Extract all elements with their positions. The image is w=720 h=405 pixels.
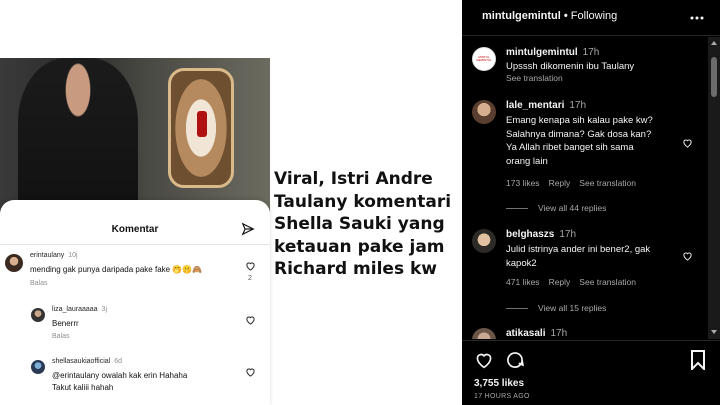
instagram-panel: mintulgemintul • Following MINTUL GEMINT… [462,0,720,405]
comment-text: Benerrr [52,319,79,328]
comment-line: kapok2 [506,257,537,269]
heart-icon[interactable] [682,138,693,148]
comment-user: shellasaukiaofficial [52,358,111,365]
heart-icon [246,316,255,325]
heart-icon [246,368,255,377]
caption-username[interactable]: mintulgemintul [506,47,578,58]
caption-time: 17h [582,47,600,58]
scrollbar[interactable] [708,37,720,339]
comment-time: 6d [114,358,123,365]
comment-line: Emang kenapa sih kalau pake kw? [506,115,653,126]
screen: Komentar erintaulany 10j mending gak puny… [0,0,720,405]
comment-user: liza_lauraaaaa [52,306,98,313]
post-timestamp: 17 HOURS AGO [474,393,530,400]
divider [0,244,270,245]
comment-line: Salahnya dimana? Gak dosa kan? [506,128,652,140]
like-count: 2 [248,275,252,282]
following-button[interactable]: Following [571,10,617,22]
avatar[interactable]: MINTUL GEMINTUL [472,47,496,71]
comment-username[interactable]: lale_mentari [506,100,564,111]
comment-user: erintaulany [30,252,65,259]
comment-text: Julid istrinya ander ini bener2, gak kap… [506,243,682,270]
comments-scroll-area[interactable]: MINTUL GEMINTUL mintulgemintul 17h Upsssh… [462,37,708,339]
view-replies-button[interactable]: View all 44 replies [506,203,606,213]
avatar [5,254,23,272]
comment-item: belghaszs 17h Julid istrinya ander ini be… [472,229,708,289]
caption: MINTUL GEMINTUL mintulgemintul 17h Upsssh… [472,47,708,87]
heart-icon[interactable] [474,351,494,369]
headline-line: Viral, Istri Andre [274,169,433,189]
comment-sheet-screenshot: Komentar erintaulany 10j mending gak puny… [0,200,270,405]
avatar[interactable] [472,100,496,124]
comment-text: Emang kenapa sih kalau pake kw? Salahnya… [506,114,682,168]
comment-time: 3j [101,306,107,313]
headline-line: Shella Sauki yang [274,214,445,234]
comment-line: Ya Allah ribet banget sih sama [506,142,634,153]
more-icon[interactable] [690,16,704,20]
headline-line: Richard miles kw [274,259,437,279]
likes-count[interactable]: 3,755 likes [474,378,524,389]
comment-line: orang lain [506,155,548,167]
bookmark-icon[interactable] [690,350,706,370]
comment-text-line-1: @erintaulany owalah kak erin Hahaha [52,371,188,380]
scrollbar-thumb[interactable] [711,57,717,97]
avatar[interactable] [472,229,496,253]
heart-icon[interactable] [682,251,693,261]
comment-line: Julid istrinya ander ini bener2, gak [506,244,651,255]
see-translation-link[interactable]: See translation [579,178,636,188]
like-count[interactable]: 471 likes [506,277,540,287]
view-replies-button[interactable]: View all 15 replies [506,303,606,313]
avatar[interactable] [472,328,496,339]
scroll-up-arrow-icon[interactable] [711,41,717,45]
see-translation-link[interactable]: See translation [579,277,636,287]
caption-text: Upsssh dikomenin ibu Taulany [506,61,635,72]
reply-button[interactable]: Reply [549,178,571,188]
heart-icon [246,262,255,271]
like-count[interactable]: 173 likes [506,178,540,188]
post-header: mintulgemintul • Following [462,0,720,36]
comment-text: mending gak punya daripada pake fake 🤭🤫🙈 [30,265,203,274]
post-media: Komentar erintaulany 10j mending gak puny… [0,0,462,405]
headline-text: Viral, Istri Andre Taulany komentari She… [274,168,460,281]
see-translation-link[interactable]: See translation [506,73,563,83]
comment-time: 17h [569,100,587,111]
avatar-logo-text: MINTUL GEMINTUL [476,54,492,62]
comment-username[interactable]: belghaszs [506,229,554,240]
action-bar: 3,755 likes 17 HOURS AGO [462,340,720,405]
comment-item: lale_mentari 17h Emang kenapa sih kalau p… [472,100,708,195]
scroll-down-arrow-icon[interactable] [711,330,717,334]
watch-photo [168,68,234,188]
comment-time: 17h [559,229,577,240]
comment-time: 17h [550,328,568,339]
comment-item: atikasali 17h [472,328,708,339]
comment-icon[interactable] [505,350,525,370]
avatar [31,308,45,322]
woman-photo [18,58,138,218]
reply-button[interactable]: Reply [549,277,571,287]
comment-time: 10j [68,252,78,259]
header-separator: • [560,10,571,22]
sheet-title: Komentar [111,224,159,235]
photo [0,58,270,218]
comment-text-line-2: Takut kaliii hahah [52,383,114,392]
reply-link: Balas [52,333,70,340]
header-username[interactable]: mintulgemintul [482,10,561,22]
avatar [31,360,45,374]
headline-line: Taulany komentari [274,191,452,212]
send-icon [241,222,255,236]
reply-link: Balas [30,280,48,287]
headline-line: ketauan pake jam [274,236,445,257]
comment-username[interactable]: atikasali [506,328,545,339]
